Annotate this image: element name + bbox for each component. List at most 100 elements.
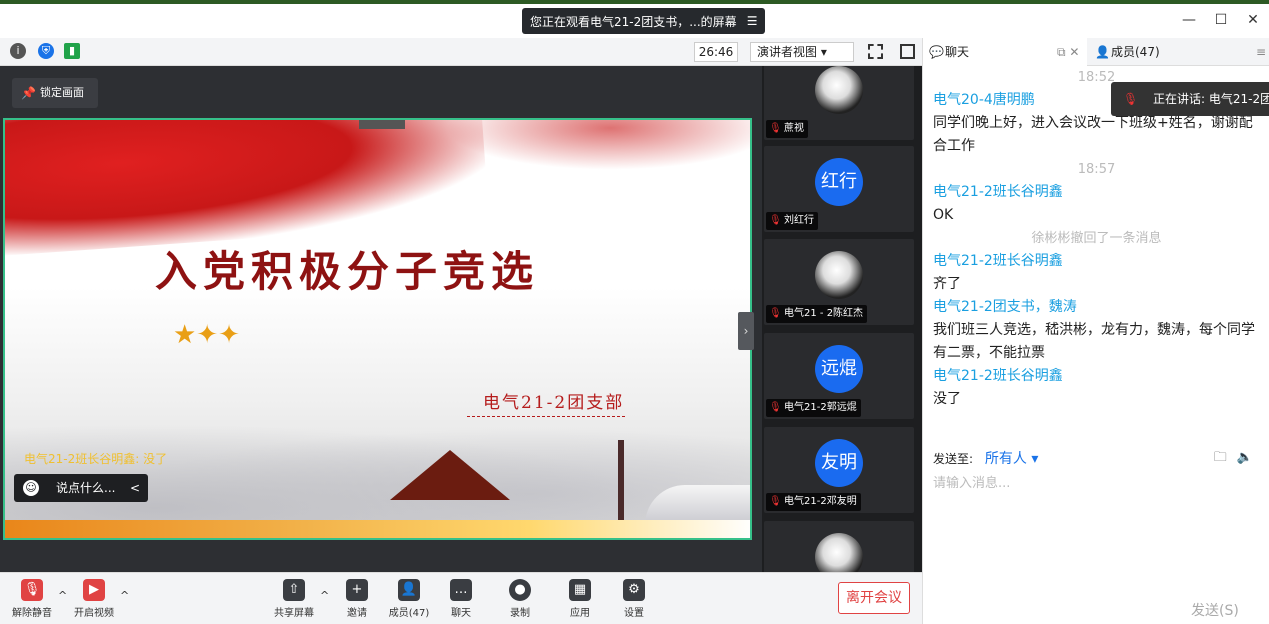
- participant-tile[interactable]: [764, 521, 914, 572]
- record-label: 录制: [510, 608, 530, 619]
- message-text: 我们班三人竞选，嵇洪彬，龙有力，魏涛，每个同学有二票，不能拉票: [933, 322, 1255, 361]
- apps-label: 应用: [570, 608, 590, 619]
- share-screen-icon: ⇧: [283, 579, 305, 601]
- layout-icon[interactable]: [900, 44, 915, 59]
- panel-toggle-handle[interactable]: ›: [738, 312, 754, 350]
- invite-icon: +: [346, 579, 368, 601]
- slide-subtitle: 电气21-2团支部: [483, 393, 625, 413]
- shield-icon[interactable]: ⛨: [38, 43, 54, 59]
- avatar: 红行: [815, 158, 863, 206]
- invite-label: 邀请: [347, 608, 367, 619]
- message-text: 没了: [933, 391, 961, 407]
- bullet-comment: 电气21-2班长谷明鑫: 没了: [24, 452, 168, 466]
- view-mode-dropdown[interactable]: 演讲者视图 ▾: [750, 42, 854, 62]
- message-sender: 电气21-2团支书，魏涛: [933, 299, 1077, 315]
- participant-name: 电气21-2邓友明: [766, 493, 861, 511]
- window-controls: — ☐ ✕: [1173, 12, 1269, 28]
- members-icon: 👤: [398, 579, 420, 601]
- participant-name: 电气21 - 2陈红杰: [766, 305, 868, 323]
- close-icon[interactable]: ⧉ ✕: [1057, 38, 1079, 66]
- info-icon[interactable]: i: [10, 43, 26, 59]
- avatar: 远焜: [815, 345, 863, 393]
- slide-ground: [5, 520, 750, 538]
- send-to-label: 发送至:: [933, 452, 974, 466]
- close-button[interactable]: ✕: [1237, 12, 1269, 28]
- message-time: 18:57: [1077, 162, 1116, 177]
- slide-tag: [359, 120, 405, 129]
- chat-messages: 18:52 电气20-4唐明鹏 同学们晚上好，进入会议改一下班级+姓名，谢谢配合工作…: [923, 66, 1269, 446]
- avatar: [815, 533, 863, 572]
- share-screen-label: 共享屏幕: [274, 608, 314, 619]
- signal-icon[interactable]: ▮: [64, 43, 80, 59]
- menu-icon[interactable]: ☰: [747, 14, 758, 28]
- collapse-icon[interactable]: <: [130, 474, 140, 502]
- leave-meeting-button[interactable]: 离开会议: [838, 582, 910, 614]
- tab-members[interactable]: 成员(47): [1089, 38, 1259, 66]
- chat-panel-tabs: 聊天 ⧉ ✕ 成员(47) ≡: [923, 38, 1269, 66]
- members-label: 成员(47): [388, 608, 430, 619]
- quick-chat-input[interactable]: ☺ 说点什么... <: [14, 474, 148, 502]
- fullscreen-icon[interactable]: [868, 44, 883, 59]
- participant-gallery: 蔗视红行刘红行电气21 - 2陈红杰远焜电气21-2郭远焜友明电气21-2邓友明: [762, 66, 922, 572]
- start-video-label: 开启视频: [74, 608, 114, 619]
- system-notice: 徐彬彬撤回了一条消息: [1031, 231, 1162, 246]
- chat-input[interactable]: 请输入消息...: [933, 472, 1010, 491]
- message-text: 同学们晚上好，进入会议改一下班级+姓名，谢谢配合工作: [933, 115, 1253, 154]
- video-off-icon: ▶: [83, 579, 105, 601]
- quick-chat-placeholder: 说点什么...: [56, 481, 116, 495]
- shared-screen-stage: 锁定画面 入党积极分子竞选 ★✦✦ 电气21-2团支部 电气21-2班长谷明鑫:…: [0, 66, 762, 572]
- members-button[interactable]: 👤 成员(47): [381, 579, 437, 619]
- participant-tile[interactable]: 蔗视: [764, 66, 914, 140]
- tower-image: [618, 440, 624, 530]
- message-sender: 电气21-2班长谷明鑫: [933, 253, 1063, 269]
- lock-view-button[interactable]: 锁定画面: [12, 78, 98, 108]
- chat-icon: …: [450, 579, 472, 601]
- chat-label: 聊天: [451, 608, 471, 619]
- share-screen-button[interactable]: ⇧ 共享屏幕: [266, 579, 322, 619]
- avatar: [815, 66, 863, 114]
- star-icon: ★✦✦: [173, 320, 240, 350]
- participant-tile[interactable]: 远焜电气21-2郭远焜: [764, 333, 914, 419]
- screen-share-banner[interactable]: 您正在观看电气21-2团支书，...的屏幕 ☰: [522, 8, 766, 34]
- unmute-button[interactable]: 🎙 解除静音: [4, 579, 60, 619]
- speaker-icon[interactable]: 🔈: [1237, 450, 1263, 465]
- record-button[interactable]: ● 录制: [492, 579, 548, 619]
- share-banner-text: 您正在观看电气21-2团支书，...的屏幕: [530, 14, 737, 29]
- speaking-indicator: 正在讲话: 电气21-2团支书: [1111, 82, 1269, 116]
- recipient-dropdown[interactable]: 所有人 ▾: [985, 451, 1038, 467]
- send-button[interactable]: 发送(S): [1191, 600, 1239, 620]
- unmute-label: 解除静音: [12, 608, 52, 619]
- chat-panel: 聊天 ⧉ ✕ 成员(47) ≡ 18:52电气20-4唐明鹏同学们晚上好，进入会…: [922, 38, 1269, 624]
- message-text: OK: [933, 207, 954, 223]
- send-to-row: 发送至: 所有人 ▾: [933, 448, 1038, 468]
- gear-icon: ⚙: [623, 579, 645, 601]
- share-options-caret[interactable]: ^: [320, 589, 329, 602]
- participant-name: 电气21-2郭远焜: [766, 399, 861, 417]
- minimize-button[interactable]: —: [1173, 12, 1205, 28]
- tab-chat-label: 聊天: [945, 45, 970, 59]
- invite-button[interactable]: + 邀请: [329, 579, 385, 619]
- title-bar: 您正在观看电气21-2团支书，...的屏幕 ☰ — ☐ ✕: [0, 0, 1269, 38]
- maximize-button[interactable]: ☐: [1205, 12, 1237, 28]
- top-toolbar: i ⛨ ▮ 26:46 演讲者视图 ▾: [0, 38, 922, 66]
- participant-name: 刘红行: [766, 212, 818, 230]
- apps-button[interactable]: ▦ 应用: [552, 579, 608, 619]
- emoji-icon[interactable]: ☺: [23, 480, 39, 496]
- settings-button[interactable]: ⚙ 设置: [606, 579, 662, 619]
- slide-red-brush: [5, 120, 490, 258]
- message-text: 齐了: [933, 276, 961, 292]
- record-icon: ●: [509, 579, 531, 601]
- avatar: [815, 251, 863, 299]
- apps-icon: ▦: [569, 579, 591, 601]
- participant-tile[interactable]: 电气21 - 2陈红杰: [764, 239, 914, 325]
- participant-tile[interactable]: 红行刘红行: [764, 146, 914, 232]
- chat-button[interactable]: … 聊天: [433, 579, 489, 619]
- settings-label: 设置: [624, 608, 644, 619]
- video-options-caret[interactable]: ^: [120, 589, 129, 602]
- participant-tile[interactable]: 友明电气21-2邓友明: [764, 427, 914, 513]
- start-video-button[interactable]: ▶ 开启视频: [66, 579, 122, 619]
- more-icon[interactable]: ≡: [1256, 38, 1266, 66]
- bottom-toolbar: 🎙 解除静音 ^ ▶ 开启视频 ^ ⇧ 共享屏幕 ^ + 邀请 👤 成员(47) … 聊天 …: [0, 572, 922, 624]
- folder-icon[interactable]: 🗀: [1214, 450, 1237, 465]
- meeting-window: 您正在观看电气21-2团支书，...的屏幕 ☰ — ☐ ✕ i ⛨ ▮ 26:4…: [0, 0, 1269, 624]
